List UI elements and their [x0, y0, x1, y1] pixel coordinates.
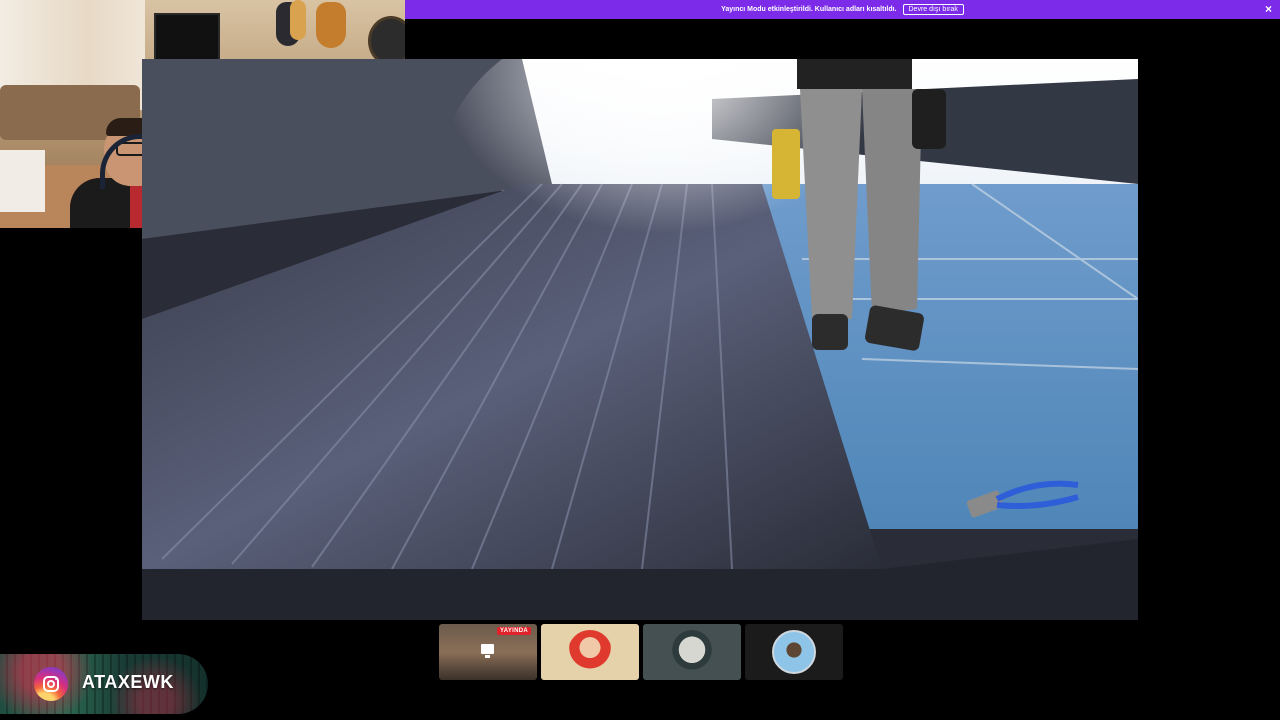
instagram-handle: ATAXEWK — [82, 672, 174, 692]
participant-thumbnails: YAYINDA — [439, 624, 843, 680]
participant-tile-screen-share[interactable]: YAYINDA — [439, 624, 537, 680]
guitar — [316, 2, 346, 48]
main-video[interactable] — [142, 59, 1138, 620]
video-frame — [142, 59, 1138, 620]
instagram-overlay: ATAXEWK — [0, 654, 208, 714]
instagram-icon — [34, 667, 68, 701]
avatar — [772, 630, 816, 674]
avatar — [568, 630, 612, 674]
avatar — [670, 630, 714, 674]
instagram-icon-lens — [47, 680, 55, 688]
participant-tile[interactable] — [643, 624, 741, 680]
side-table — [0, 150, 45, 212]
disable-streamer-mode-button[interactable]: Devre dışı bırak — [902, 4, 964, 15]
close-icon[interactable]: × — [1265, 2, 1272, 16]
screen-share-icon — [481, 644, 494, 658]
participant-tile[interactable] — [745, 624, 843, 680]
tool-belt — [797, 59, 912, 89]
drill — [772, 129, 800, 199]
streamer-mode-banner: Yayıncı Modu etkinleştirildi. Kullanıcı … — [405, 0, 1280, 19]
guitar — [290, 0, 306, 40]
left-boot — [812, 314, 848, 350]
instagram-icon-dot — [55, 678, 57, 680]
participant-tile[interactable] — [541, 624, 639, 680]
tool-pouch — [912, 89, 946, 149]
live-badge: YAYINDA — [496, 627, 531, 635]
banner-message: Yayıncı Modu etkinleştirildi. Kullanıcı … — [721, 6, 897, 13]
